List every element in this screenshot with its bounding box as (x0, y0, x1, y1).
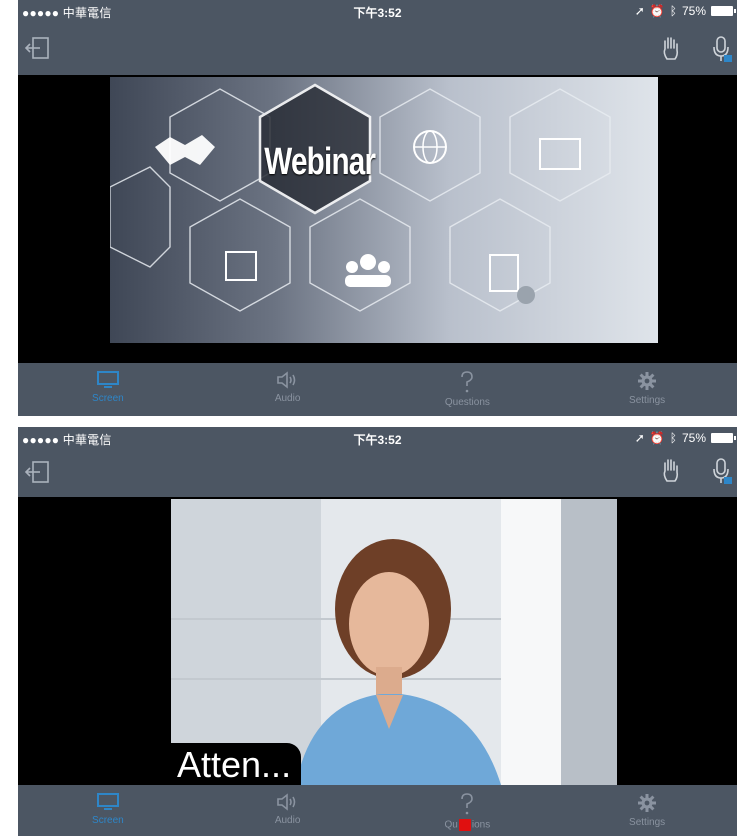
tab-audio[interactable]: Audio (198, 363, 378, 416)
battery-icon (711, 6, 736, 16)
tab-label: Screen (92, 393, 124, 404)
monitor-icon (96, 793, 119, 810)
gear-icon (638, 372, 657, 390)
battery-percent: 75% (681, 4, 706, 18)
tab-label: Qu ions (444, 819, 491, 831)
screen-top: ●●●●● 中華電信 下午3:52 ➚ ⏰ ᛒ 75% Webinar Scre… (18, 0, 737, 416)
tab-screen[interactable]: Screen (18, 785, 198, 836)
battery-icon (711, 433, 736, 443)
presenter-video: Atten... (171, 499, 617, 785)
tab-label: Audio (274, 393, 301, 404)
exit-icon[interactable] (24, 35, 52, 61)
battery-percent: 75% (681, 431, 706, 445)
tab-label-part: ions (471, 819, 491, 831)
exit-icon[interactable] (24, 459, 52, 485)
tab-label-part: Qu (444, 819, 458, 831)
webinar-slide: Webinar (110, 77, 658, 343)
tab-bar: Screen Audio Questions Settings (18, 363, 737, 416)
tab-audio[interactable]: Audio (198, 785, 378, 836)
location-icon: ➚ (634, 431, 645, 445)
nav-bar (18, 447, 737, 497)
clock: 下午3:52 (353, 433, 402, 447)
bluetooth-icon: ᛒ (669, 431, 677, 445)
nav-bar (18, 20, 737, 75)
tab-label: Settings (629, 817, 666, 828)
slide-headline: Webinar (264, 141, 376, 183)
alarm-icon: ⏰ (649, 431, 665, 445)
alarm-icon: ⏰ (649, 4, 665, 18)
raise-hand-icon[interactable] (657, 457, 685, 485)
tab-questions[interactable]: Qu ions (378, 785, 558, 836)
status-bar: ●●●●● 中華電信 下午3:52 ➚ ⏰ ᛒ 75% (18, 0, 737, 20)
speaker-icon (276, 371, 295, 389)
clock: 下午3:52 (353, 6, 402, 20)
hexagon-graphic (110, 83, 611, 312)
microphone-icon[interactable] (711, 35, 733, 65)
tab-label: Screen (92, 815, 124, 826)
tab-questions[interactable]: Questions (378, 363, 558, 416)
microphone-icon[interactable] (711, 457, 733, 487)
tab-bar: Screen Audio Qu ions Settings (18, 785, 737, 836)
slide-caption: Atten... (171, 743, 302, 785)
tab-settings[interactable]: Settings (557, 363, 737, 416)
screen-bottom: ●●●●● 中華電信 下午3:52 ➚ ⏰ ᛒ 75% Atten... Scr… (18, 427, 737, 836)
location-icon: ➚ (634, 4, 645, 18)
raise-hand-icon[interactable] (657, 35, 685, 63)
question-icon (461, 371, 474, 393)
tab-label: Questions (444, 397, 490, 408)
monitor-icon (96, 371, 119, 388)
bluetooth-icon: ᛒ (669, 4, 677, 18)
presentation-stage: Webinar 0 (18, 75, 737, 406)
speaker-icon (276, 793, 295, 811)
tab-screen[interactable]: Screen (18, 363, 198, 416)
notification-badge (458, 819, 471, 831)
gear-icon (638, 794, 657, 812)
tab-label: Audio (274, 815, 301, 826)
presentation-stage: Atten... 0 (18, 497, 737, 826)
tab-settings[interactable]: Settings (557, 785, 737, 836)
question-icon (461, 793, 474, 815)
tab-label: Settings (629, 395, 666, 406)
status-bar: ●●●●● 中華電信 下午3:52 ➚ ⏰ ᛒ 75% (18, 427, 737, 447)
